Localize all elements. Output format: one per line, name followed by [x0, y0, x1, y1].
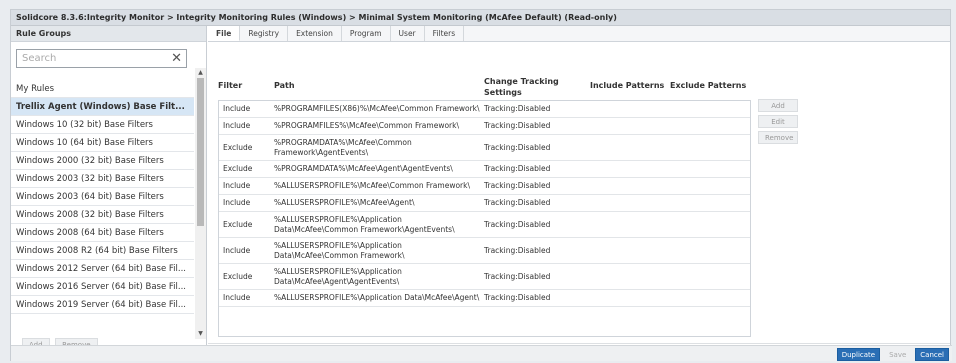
column-header-path: Path [274, 81, 295, 90]
rule-group-item[interactable]: Windows 2019 Server (64 bit) Base Fil... [11, 296, 194, 314]
tab-extension[interactable]: Extension [288, 26, 342, 41]
tracking-cell: Tracking:Disabled [484, 219, 551, 229]
filter-cell: Include [223, 245, 251, 255]
rule-group-item[interactable]: Trellix Agent (Windows) Base Filt... [11, 98, 194, 116]
tracking-cell: Tracking:Disabled [484, 142, 551, 152]
filter-cell: Include [223, 293, 251, 302]
tracking-cell: Tracking:Disabled [484, 271, 551, 281]
filter-cell: Exclude [223, 164, 253, 173]
path-cell: %ALLUSERSPROFILE%\Application Data\McAfe… [274, 266, 402, 286]
tab-filters[interactable]: Filters [425, 26, 465, 41]
tracking-cell: Tracking:Disabled [484, 121, 551, 130]
save-button[interactable]: Save [884, 348, 912, 361]
column-header-include-patterns: Include Patterns [590, 81, 665, 90]
scrollbar-thumb[interactable] [197, 78, 204, 226]
tab-user[interactable]: User [391, 26, 425, 41]
rule-group-item[interactable]: Windows 2000 (32 bit) Base Filters [11, 152, 194, 170]
tracking-cell: Tracking:Disabled [484, 245, 551, 255]
rule-group-item[interactable]: Windows 2016 Server (64 bit) Base Fil... [11, 278, 194, 296]
table-row[interactable]: Include %PROGRAMFILES(X86)%\McAfee\Common… [219, 101, 750, 118]
table-row[interactable]: Exclude %PROGRAMDATA%\McAfee\Common Frame… [219, 135, 750, 161]
rules-panel: File Registry Extension Program User Filters … [208, 26, 950, 345]
add-rule-button[interactable]: Add [758, 99, 798, 112]
rule-groups-panel: Rule Groups ✕ ▲ ▼ My RulesTrellix Agent … [11, 26, 207, 352]
path-cell: %ALLUSERSPROFILE%\McAfee\Common Framewor… [274, 181, 470, 190]
column-header-change-tracking: Change Tracking Settings [484, 77, 559, 97]
filter-cell: Exclude [223, 142, 253, 152]
table-row[interactable]: Exclude %ALLUSERSPROFILE%\Application Dat… [219, 212, 750, 238]
scroll-up-icon[interactable]: ▲ [195, 68, 206, 78]
tracking-cell: Tracking:Disabled [484, 198, 551, 207]
column-header-filter: Filter [218, 81, 243, 90]
rules-table: Include %PROGRAMFILES(X86)%\McAfee\Common… [218, 100, 751, 337]
path-cell: %ALLUSERSPROFILE%\McAfee\Agent\ [274, 198, 415, 207]
table-row[interactable]: Include %ALLUSERSPROFILE%\Application Dat… [219, 238, 750, 264]
rule-group-list: My Rules Trellix Agent (Windows) Base Fil… [11, 80, 194, 314]
table-row[interactable]: Exclude %ALLUSERSPROFILE%\Application Dat… [219, 264, 750, 290]
filter-cell: Include [223, 104, 251, 113]
filter-cell: Exclude [223, 219, 253, 229]
filter-cell: Exclude [223, 271, 253, 281]
column-header-exclude-patterns: Exclude Patterns [670, 81, 747, 90]
rule-type-tabs: File Registry Extension Program User Filters [208, 26, 950, 42]
path-cell: %ALLUSERSPROFILE%\Application Data\McAfe… [274, 214, 455, 234]
table-row[interactable]: Include %ALLUSERSPROFILE%\Application Dat… [219, 290, 750, 307]
tab-registry[interactable]: Registry [240, 26, 289, 41]
filter-cell: Include [223, 121, 251, 130]
tab-file[interactable]: File [208, 26, 241, 41]
cancel-button[interactable]: Cancel [915, 348, 949, 361]
tracking-cell: Tracking:Disabled [484, 104, 551, 113]
path-cell: %PROGRAMDATA%\McAfee\Common Framework\Ag… [274, 137, 412, 157]
search-box: ✕ [16, 49, 187, 68]
rule-group-item[interactable]: Windows 2003 (32 bit) Base Filters [11, 170, 194, 188]
table-row[interactable]: Include %ALLUSERSPROFILE%\McAfee\Agent\ Tr… [219, 195, 750, 212]
filter-cell: Include [223, 181, 251, 190]
rule-group-item[interactable]: Windows 10 (64 bit) Base Filters [11, 134, 194, 152]
rule-group-item[interactable]: Windows 2008 R2 (64 bit) Base Filters [11, 242, 194, 260]
window-title: Solidcore 8.3.6:Integrity Monitor > Inte… [11, 10, 950, 26]
rule-group-item[interactable]: My Rules [11, 80, 194, 98]
rule-groups-header: Rule Groups [11, 26, 206, 42]
table-row[interactable]: Exclude %PROGRAMDATA%\McAfee\Agent\AgentE… [219, 161, 750, 178]
rule-group-item[interactable]: Windows 2012 Server (64 bit) Base Fil... [11, 260, 194, 278]
rule-actions: Add Edit Remove [758, 99, 800, 147]
filter-cell: Include [223, 198, 251, 207]
divider [208, 343, 950, 344]
scroll-down-icon[interactable]: ▼ [195, 329, 206, 339]
rule-list-scrollbar[interactable]: ▲ ▼ [195, 68, 206, 339]
duplicate-button[interactable]: Duplicate [836, 348, 881, 361]
tab-program[interactable]: Program [342, 26, 391, 41]
path-cell: %ALLUSERSPROFILE%\Application Data\McAfe… [274, 293, 480, 302]
search-input[interactable] [17, 50, 162, 67]
path-cell: %PROGRAMFILES(X86)%\McAfee\Common Framew… [274, 104, 480, 113]
rule-group-item[interactable]: Windows 2008 (64 bit) Base Filters [11, 224, 194, 242]
path-cell: %ALLUSERSPROFILE%\Application Data\McAfe… [274, 240, 405, 260]
footer-bar: Duplicate Save Cancel [11, 345, 952, 361]
path-cell: %PROGRAMDATA%\McAfee\Agent\AgentEvents\ [274, 164, 453, 173]
tracking-cell: Tracking:Disabled [484, 293, 551, 302]
rule-group-item[interactable]: Windows 2003 (64 bit) Base Filters [11, 188, 194, 206]
rule-group-item[interactable]: Windows 2008 (32 bit) Base Filters [11, 206, 194, 224]
path-cell: %PROGRAMFILES%\McAfee\Common Framework\ [274, 121, 460, 130]
table-row[interactable]: Include %ALLUSERSPROFILE%\McAfee\Common F… [219, 178, 750, 195]
tracking-cell: Tracking:Disabled [484, 164, 551, 173]
clear-search-icon[interactable]: ✕ [171, 51, 182, 67]
tracking-cell: Tracking:Disabled [484, 181, 551, 190]
remove-rule-button[interactable]: Remove [758, 131, 798, 144]
rule-group-item[interactable]: Windows 10 (32 bit) Base Filters [11, 116, 194, 134]
edit-rule-button[interactable]: Edit [758, 115, 798, 128]
table-row[interactable]: Include %PROGRAMFILES%\McAfee\Common Fram… [219, 118, 750, 135]
window: Solidcore 8.3.6:Integrity Monitor > Inte… [10, 9, 952, 361]
